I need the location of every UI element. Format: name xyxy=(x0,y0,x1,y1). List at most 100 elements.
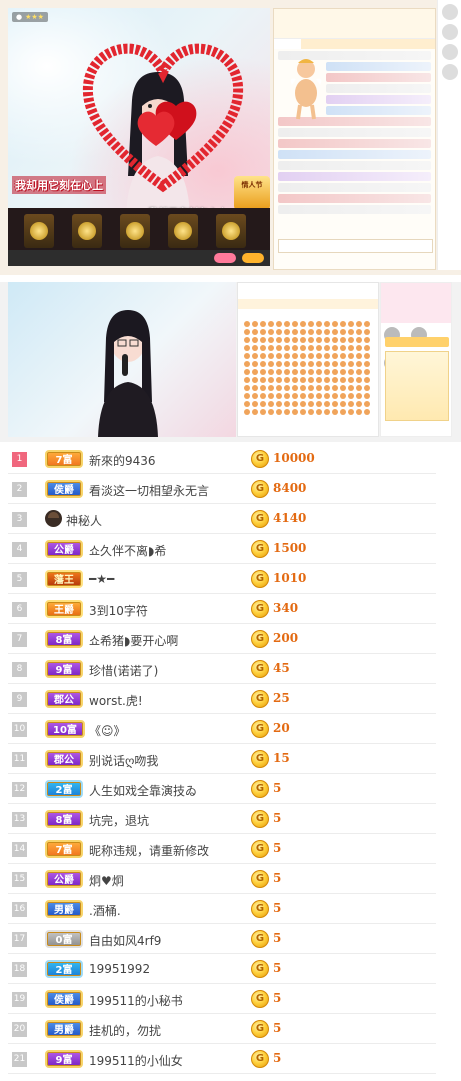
gift-slot[interactable] xyxy=(72,214,102,248)
user-name[interactable]: 珍惜(诺诺了) xyxy=(89,662,158,679)
leaderboard-row[interactable]: 10 10富 《☺》 G 20 xyxy=(8,714,436,744)
leaderboard-row[interactable]: 2 侯爵 看淡这一切相望永无言 G 8400 xyxy=(8,474,436,504)
share-button[interactable] xyxy=(242,253,264,263)
chat-message xyxy=(326,62,431,71)
leaderboard-row[interactable]: 7 8富 쇼希猪◗要开心啊 G 200 xyxy=(8,624,436,654)
video-stream-1[interactable]: ●★★★ 我却用它刻在心上 我却用它刻在心上 情人节 xyxy=(8,8,270,241)
cupid-icon xyxy=(290,59,322,120)
user-name[interactable]: ━★━ xyxy=(89,572,114,586)
sidebar-header xyxy=(381,283,451,323)
mini-coin-icon xyxy=(260,377,266,383)
video-stream-2[interactable] xyxy=(8,282,236,437)
tab[interactable] xyxy=(354,39,381,49)
user-name[interactable]: 新來的9436 xyxy=(89,452,156,469)
user-name[interactable]: 19951992 xyxy=(89,962,150,976)
tab[interactable] xyxy=(308,299,343,309)
leaderboard-row[interactable]: 19 侯爵 199511的小秘书 G 5 xyxy=(8,984,436,1014)
leaderboard-row[interactable]: 4 公爵 쇼久伴不离◗希 G 1500 xyxy=(8,534,436,564)
mini-coin-icon xyxy=(276,401,282,407)
gold-coin-icon: G xyxy=(251,510,269,528)
leaderboard-row[interactable]: 20 男爵 挂机的，勿扰 G 5 xyxy=(8,1014,436,1044)
tab[interactable] xyxy=(274,39,301,49)
avatar[interactable] xyxy=(441,64,458,80)
leaderboard-row[interactable]: 21 9富 199511的小仙女 G 5 xyxy=(8,1044,436,1074)
rank-badge: 0富 xyxy=(45,930,83,948)
user-name[interactable]: 쇼希猪◗要开心啊 xyxy=(89,632,178,649)
leaderboard-row[interactable]: 12 2富 人生如戏全靠演技ゐ G 5 xyxy=(8,774,436,804)
user-name[interactable]: 199511的小秘书 xyxy=(89,992,183,1009)
mini-coin-icon xyxy=(276,353,282,359)
mini-coin-icon xyxy=(252,337,258,343)
promo-banner[interactable] xyxy=(385,351,449,421)
leaderboard-row[interactable]: 5 藩王 ━★━ G 1010 xyxy=(8,564,436,594)
rank-number: 4 xyxy=(12,542,27,557)
rank-number: 18 xyxy=(12,962,27,977)
leaderboard-row[interactable]: 16 男爵 .酒桶. G 5 xyxy=(8,894,436,924)
user-name[interactable]: 쇼久伴不离◗希 xyxy=(89,542,166,559)
user-name[interactable]: 人生如戏全靠演技ゐ xyxy=(89,782,197,799)
avatar[interactable] xyxy=(441,4,458,20)
gift-slot[interactable] xyxy=(216,214,246,248)
leaderboard-row[interactable]: 1 7富 新來的9436 G 10000 xyxy=(8,444,436,474)
gift-slot[interactable] xyxy=(24,214,54,248)
user-name[interactable]: worst.虎! xyxy=(89,692,143,709)
user-name[interactable]: 昵称违规，请重新修改 xyxy=(89,842,209,859)
mini-coin-icon xyxy=(268,401,274,407)
user-name[interactable]: 挂机的，勿扰 xyxy=(89,1022,161,1039)
rank-badge: 7富 xyxy=(45,450,83,468)
tab[interactable] xyxy=(273,299,308,309)
leaderboard-row[interactable]: 11 郡公 别说话ღ吻我 G 15 xyxy=(8,744,436,774)
tab[interactable] xyxy=(238,299,273,309)
tab[interactable] xyxy=(408,39,435,49)
mini-coin-icon xyxy=(268,361,274,367)
user-name[interactable]: 别说话ღ吻我 xyxy=(89,752,158,769)
tab[interactable] xyxy=(328,39,355,49)
avatar[interactable] xyxy=(441,44,458,60)
user-name[interactable]: 坑完，退坑 xyxy=(89,812,149,829)
leaderboard-row[interactable]: 14 7富 昵称违规，请重新修改 G 5 xyxy=(8,834,436,864)
mini-coin-icon xyxy=(324,337,330,343)
follow-button[interactable] xyxy=(214,253,236,263)
gift-slot[interactable] xyxy=(120,214,150,248)
leaderboard-row[interactable]: 8 9富 珍惜(诺诺了) G 45 xyxy=(8,654,436,684)
mini-coin-icon xyxy=(332,377,338,383)
mini-coin-icon xyxy=(268,409,274,415)
mini-coin-icon xyxy=(332,329,338,335)
mini-coin-icon xyxy=(276,385,282,391)
leaderboard-row[interactable]: 3 神秘人 G 4140 xyxy=(8,504,436,534)
mini-coin-icon xyxy=(276,393,282,399)
mini-coin-icon xyxy=(252,385,258,391)
user-name[interactable]: 炯♥炯 xyxy=(89,872,124,889)
chat-message xyxy=(278,139,431,148)
tab[interactable] xyxy=(301,39,328,49)
chat-message xyxy=(278,194,431,203)
valentine-badge[interactable]: 情人节 xyxy=(234,176,270,210)
mini-coin-icon xyxy=(292,345,298,351)
leaderboard-row[interactable]: 18 2富 19951992 G 5 xyxy=(8,954,436,984)
leaderboard-row[interactable]: 9 郡公 worst.虎! G 25 xyxy=(8,684,436,714)
user-name[interactable]: 《☺》 xyxy=(89,722,126,739)
chat-input[interactable] xyxy=(278,239,433,253)
mini-coin-icon xyxy=(300,345,306,351)
user-name[interactable]: 3到10字符 xyxy=(89,602,148,619)
leaderboard-row[interactable]: 13 8富 坑完，退坑 G 5 xyxy=(8,804,436,834)
tab[interactable] xyxy=(343,299,378,309)
mini-coin-icon xyxy=(348,337,354,343)
rank-number: 20 xyxy=(12,1022,27,1037)
leaderboard-row[interactable]: 15 公爵 炯♥炯 G 5 xyxy=(8,864,436,894)
leaderboard-row[interactable]: 17 0富 自由如风4rf9 G 5 xyxy=(8,924,436,954)
mini-coin-icon xyxy=(332,385,338,391)
leaderboard-row[interactable]: 6 王爵 3到10字符 G 340 xyxy=(8,594,436,624)
user-name[interactable]: 神秘人 xyxy=(66,512,102,529)
user-name[interactable]: 看淡这一切相望永无言 xyxy=(89,482,209,499)
mini-coin-icon xyxy=(340,377,346,383)
tab[interactable] xyxy=(381,39,408,49)
sidebar-tag[interactable] xyxy=(385,337,449,347)
user-name[interactable]: 自由如风4rf9 xyxy=(89,932,161,949)
mini-coin-icon xyxy=(364,321,370,327)
avatar[interactable] xyxy=(441,24,458,40)
gift-slot[interactable] xyxy=(168,214,198,248)
user-name[interactable]: 199511的小仙女 xyxy=(89,1052,183,1069)
user-name[interactable]: .酒桶. xyxy=(89,902,121,919)
mini-coin-icon xyxy=(340,369,346,375)
